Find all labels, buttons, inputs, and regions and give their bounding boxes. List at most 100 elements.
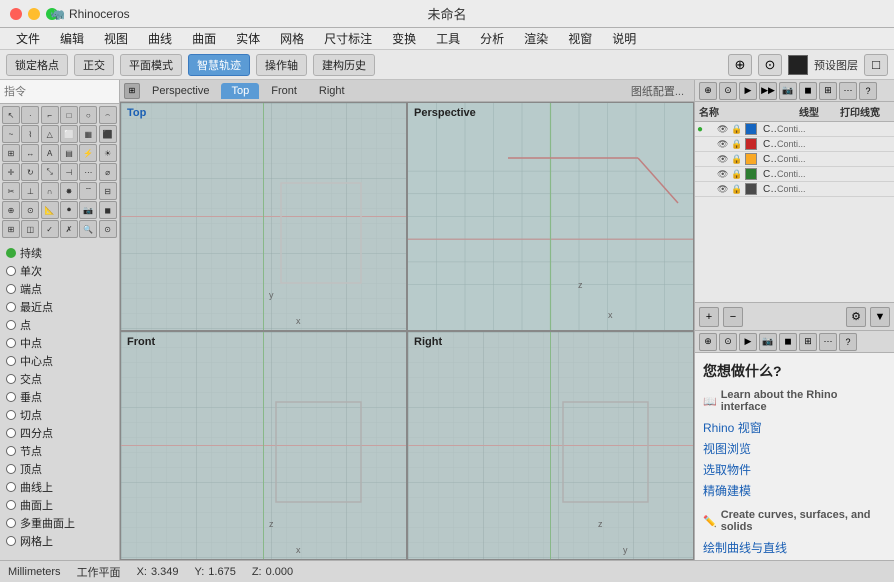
join-tool[interactable]: ∩ — [41, 182, 59, 200]
bolt-tool[interactable]: ⚡ — [79, 144, 97, 162]
viewport-front[interactable]: Front x z — [120, 331, 407, 560]
help-icon4[interactable]: 📷 — [759, 333, 777, 351]
history-button[interactable]: 建构历史 — [313, 54, 375, 76]
layer-help[interactable]: ? — [859, 82, 877, 100]
layer-row[interactable]: ● 👁 🔒 Conti... Conti... — [695, 182, 894, 197]
layer-icon1[interactable]: ⊕ — [699, 82, 717, 100]
text-tool[interactable]: A — [41, 144, 59, 162]
close-button[interactable] — [10, 8, 22, 20]
help-icon3[interactable]: ▶ — [739, 333, 757, 351]
more-tool2[interactable]: ◫ — [21, 220, 39, 238]
menu-tools[interactable]: 工具 — [428, 28, 468, 49]
menu-file[interactable]: 文件 — [8, 28, 48, 49]
planar-mode-button[interactable]: 平面模式 — [120, 54, 182, 76]
smart-track-button[interactable]: 智慧轨迹 — [188, 54, 250, 76]
trim-tool[interactable]: ✂ — [2, 182, 20, 200]
circle-tool[interactable]: ○ — [79, 106, 97, 124]
split-tool[interactable]: ⊥ — [21, 182, 39, 200]
explode-tool[interactable]: ✸ — [60, 182, 78, 200]
snap-vertex[interactable]: 顶点 — [4, 460, 115, 478]
more-tool4[interactable]: ✗ — [60, 220, 78, 238]
nav-next-button[interactable]: ⊙ — [758, 54, 782, 76]
tab-perspective[interactable]: Perspective — [142, 83, 219, 99]
menu-edit[interactable]: 编辑 — [52, 28, 92, 49]
render-tool[interactable]: ◼ — [99, 201, 117, 219]
help-icon2[interactable]: ⊙ — [719, 333, 737, 351]
help-link-select[interactable]: 选取物件 — [703, 459, 886, 480]
poly-tool[interactable]: △ — [41, 125, 59, 143]
light-tool[interactable]: ☀ — [99, 144, 117, 162]
more-tool5[interactable]: ⊙ — [99, 220, 117, 238]
draft-tool[interactable]: 📐 — [41, 201, 59, 219]
layer-color-swatch[interactable] — [745, 123, 757, 135]
search-tool[interactable]: 🔍 — [79, 220, 97, 238]
layer-icon7[interactable]: ⊞ — [819, 82, 837, 100]
layer-row[interactable]: ● 👁 🔒 Conti... Conti... — [695, 122, 894, 137]
help-link-precision[interactable]: 精确建模 — [703, 480, 886, 501]
layer-row[interactable]: ● 👁 🔒 Conti... Conti... — [695, 152, 894, 167]
snap-quad[interactable]: 四分点 — [4, 424, 115, 442]
snap-point[interactable]: 点 — [4, 316, 115, 334]
gumball-button[interactable]: 操作轴 — [256, 54, 307, 76]
menu-analyze[interactable]: 分析 — [472, 28, 512, 49]
mesh-tool[interactable]: ⊞ — [2, 144, 20, 162]
layer-icon3[interactable]: ▶ — [739, 82, 757, 100]
nav-prev-button[interactable]: ⊕ — [728, 54, 752, 76]
menu-transform[interactable]: 变换 — [384, 28, 424, 49]
lock-grid-button[interactable]: 锁定格点 — [6, 54, 68, 76]
bool-tool[interactable]: ⊕ — [2, 201, 20, 219]
line-tool[interactable]: ⌐ — [41, 106, 59, 124]
camera-tool[interactable]: 📷 — [79, 201, 97, 219]
layer-icon8[interactable]: ⋯ — [839, 82, 857, 100]
surface-tool[interactable]: ⬜ — [60, 125, 78, 143]
layer-settings-button[interactable]: ⚙ — [846, 307, 866, 327]
freeform-tool[interactable]: ⌇ — [21, 125, 39, 143]
extrude-tool[interactable]: ▦ — [79, 125, 97, 143]
snap-knot[interactable]: 节点 — [4, 442, 115, 460]
snap-nearest[interactable]: 最近点 — [4, 298, 115, 316]
help-link-windows[interactable]: Rhino 视窗 — [703, 417, 886, 438]
layer-color-swatch[interactable] — [745, 138, 757, 150]
layer-color-swatch[interactable] — [745, 153, 757, 165]
array-tool[interactable]: ⋯ — [79, 163, 97, 181]
help-icon6[interactable]: ⊞ — [799, 333, 817, 351]
snap-endpoint[interactable]: 端点 — [4, 280, 115, 298]
viewport-settings-button[interactable]: 图纸配置... — [625, 81, 690, 101]
layer-more-button[interactable]: ▼ — [870, 307, 890, 327]
select-tool[interactable]: ↖ — [2, 106, 20, 124]
snap-center[interactable]: 中心点 — [4, 352, 115, 370]
layer-row[interactable]: ● 👁 🔒 Conti... Conti... — [695, 167, 894, 182]
help-link-navigation[interactable]: 视图浏览 — [703, 438, 886, 459]
more-tool1[interactable]: ⊞ — [2, 220, 20, 238]
menu-view[interactable]: 视图 — [96, 28, 136, 49]
viewport-right[interactable]: Right y z — [407, 331, 694, 560]
snap-on-polysurface[interactable]: 多重曲面上 — [4, 514, 115, 532]
remove-layer-button[interactable]: − — [723, 307, 743, 327]
help-icon7[interactable]: ⋯ — [819, 333, 837, 351]
command-input[interactable] — [0, 80, 119, 104]
vp-icon-grid[interactable]: ⊞ — [124, 83, 140, 99]
help-link-curves[interactable]: 绘制曲线与直线 — [703, 537, 886, 558]
snap-intersection[interactable]: 交点 — [4, 370, 115, 388]
menu-solid[interactable]: 实体 — [228, 28, 268, 49]
layer-color-swatch[interactable] — [745, 183, 757, 195]
menu-dimension[interactable]: 尺寸标注 — [316, 28, 380, 49]
more-tool3[interactable]: ✓ — [41, 220, 59, 238]
ortho-button[interactable]: 正交 — [74, 54, 114, 76]
cap-tool[interactable]: ⊙ — [21, 201, 39, 219]
snap-perpendicular[interactable]: 垂点 — [4, 388, 115, 406]
fillet-tool[interactable]: ⌔ — [79, 182, 97, 200]
layer-icon6[interactable]: ◼ — [799, 82, 817, 100]
help-icon8[interactable]: ? — [839, 333, 857, 351]
offset-tool[interactable]: ⊟ — [99, 182, 117, 200]
menu-render[interactable]: 渲染 — [516, 28, 556, 49]
help-link-from-objects[interactable]: 从其他物件建立曲线 — [703, 558, 886, 560]
mirror-tool[interactable]: ⊣ — [60, 163, 78, 181]
add-layer-button[interactable]: + — [699, 307, 719, 327]
snap-on-mesh[interactable]: 网格上 — [4, 532, 115, 550]
layer-icon4[interactable]: ▶▶ — [759, 82, 777, 100]
tab-top[interactable]: Top — [221, 83, 259, 99]
layer-icon5[interactable]: 📷 — [779, 82, 797, 100]
layer-row[interactable]: ● 👁 🔒 Conti... Conti... — [695, 137, 894, 152]
help-icon1[interactable]: ⊕ — [699, 333, 717, 351]
